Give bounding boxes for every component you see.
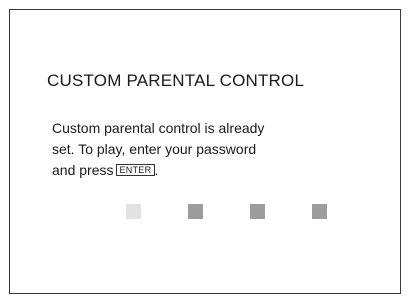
message-line-3-text: and press (52, 162, 114, 178)
password-digit-slots[interactable] (126, 204, 330, 219)
message-line-2: set. To play, enter your password (52, 141, 257, 157)
password-digit-slot[interactable] (312, 204, 327, 219)
password-digit-slot[interactable] (126, 204, 141, 219)
enter-key-icon: ENTER (116, 164, 155, 176)
message-line-3: and press ENTER. (52, 160, 352, 181)
password-digit-slot[interactable] (188, 204, 203, 219)
message-line-1: Custom parental control is already (52, 120, 265, 136)
screen-title: CUSTOM PARENTAL CONTROL (47, 71, 305, 90)
message-line-3-period: . (154, 162, 159, 178)
password-digit-slot[interactable] (250, 204, 265, 219)
parental-control-screen: CUSTOM PARENTAL CONTROL Custom parental … (9, 9, 401, 294)
instruction-message: Custom parental control is already set. … (52, 118, 352, 181)
